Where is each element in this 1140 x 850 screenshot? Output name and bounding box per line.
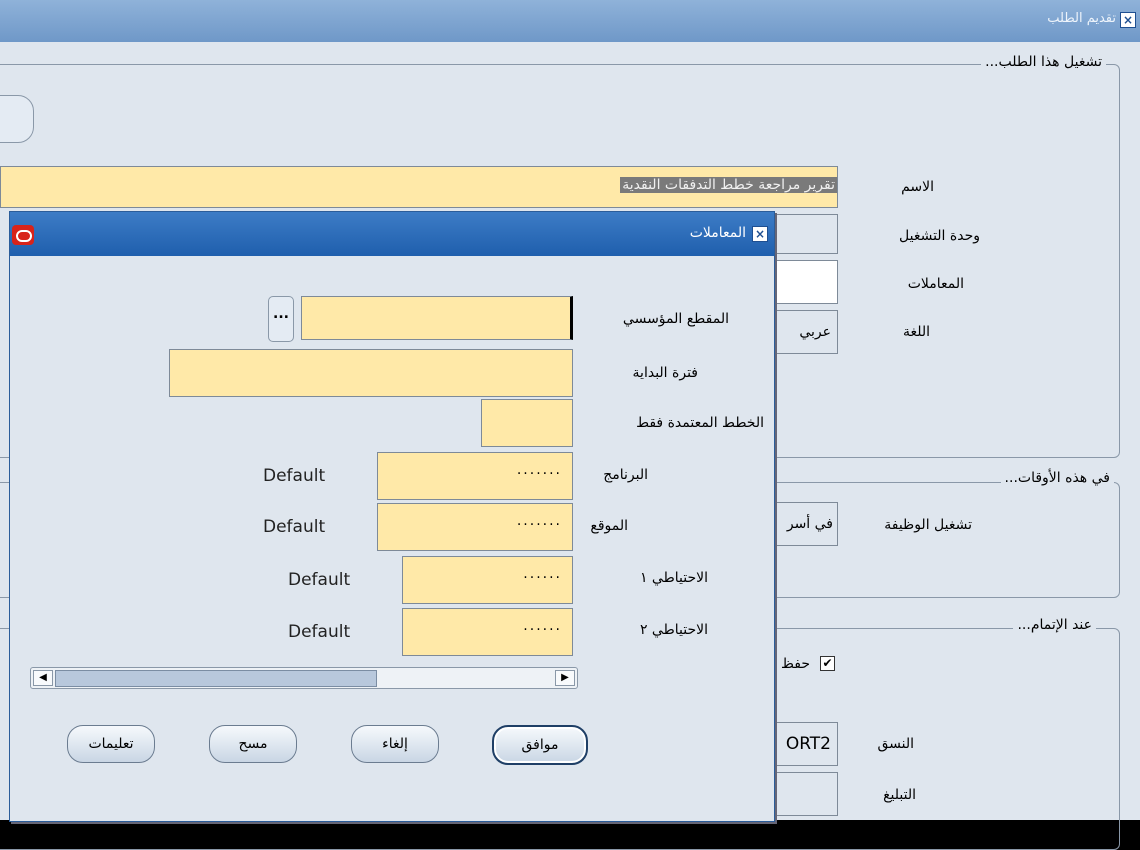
company-segment-field[interactable] — [301, 296, 573, 340]
clear-button[interactable]: مسح — [209, 725, 297, 763]
run-job-value: في أسر — [786, 516, 833, 532]
close-icon[interactable]: × — [1120, 12, 1136, 28]
window-title: تقديم الطلب — [1047, 11, 1116, 26]
window-titlebar: تقديم الطلب × — [0, 0, 1140, 42]
reserve1-field[interactable]: ······ — [402, 556, 573, 604]
lov-button[interactable]: ... — [268, 296, 294, 342]
schedule-legend: في هذه الأوقات... — [1000, 470, 1114, 486]
reserve2-default: Default — [288, 622, 351, 642]
ok-button[interactable]: موافق — [492, 725, 588, 765]
format-value: ORT2 — [785, 734, 831, 754]
operating-unit-label: وحدة التشغيل — [899, 228, 980, 244]
run-request-legend: تشغيل هذا الطلب... — [981, 54, 1106, 70]
program-field[interactable]: ······· — [377, 452, 573, 500]
program-label: البرنامج — [603, 467, 648, 483]
horizontal-scrollbar[interactable]: ◀ ▶ — [30, 667, 578, 689]
help-button[interactable]: تعليمات — [67, 725, 155, 763]
scroll-left-arrow-icon[interactable]: ◀ — [33, 670, 53, 686]
reserve1-default: Default — [288, 570, 351, 590]
reserve2-field[interactable]: ······ — [402, 608, 573, 656]
scroll-thumb[interactable] — [55, 670, 377, 687]
dialog-title: المعاملات — [689, 225, 746, 241]
site-field[interactable]: ······· — [377, 503, 573, 551]
dialog-close-icon[interactable]: × — [752, 226, 768, 242]
save-label: حفظ — [780, 656, 810, 672]
start-period-field[interactable] — [169, 349, 573, 397]
language-label: اللغة — [902, 324, 930, 340]
reserve2-label: الاحتياطي ٢ — [639, 622, 708, 638]
name-value: تقرير مراجعة خطط التدفقات النقدية — [620, 177, 837, 193]
site-default: Default — [263, 517, 326, 537]
parameters-dialog: المعاملات × ... المقطع المؤسسي فترة البد… — [9, 211, 775, 822]
approved-plans-label: الخطط المعتمدة فقط — [636, 415, 764, 431]
company-segment-label: المقطع المؤسسي — [622, 311, 729, 327]
program-default: Default — [263, 466, 326, 486]
site-label: الموقع — [590, 518, 628, 534]
oracle-logo-icon — [12, 225, 34, 245]
main-window: تقديم الطلب × تشغيل هذا الطلب... تقرير م… — [0, 0, 1140, 850]
start-period-label: فترة البداية — [632, 365, 698, 381]
notify-label: التبليغ — [883, 787, 916, 803]
format-label: النسق — [877, 736, 914, 752]
cancel-button[interactable]: إلغاء — [351, 725, 439, 763]
completion-legend: عند الإتمام... — [1013, 617, 1096, 633]
dialog-titlebar: المعاملات × — [10, 212, 774, 256]
copy-request-button[interactable] — [0, 95, 34, 143]
reserve1-label: الاحتياطي ١ — [639, 570, 708, 586]
run-job-label: تشغيل الوظيفة — [884, 517, 972, 533]
save-checkbox[interactable]: ✔ — [820, 656, 835, 671]
name-field[interactable]: تقرير مراجعة خطط التدفقات النقدية — [0, 166, 838, 208]
name-label: الاسم — [901, 179, 934, 195]
approved-plans-field[interactable] — [481, 399, 573, 447]
parameters-label: المعاملات — [907, 276, 964, 292]
language-value: عربي — [799, 324, 831, 340]
scroll-right-arrow-icon[interactable]: ▶ — [555, 670, 575, 686]
